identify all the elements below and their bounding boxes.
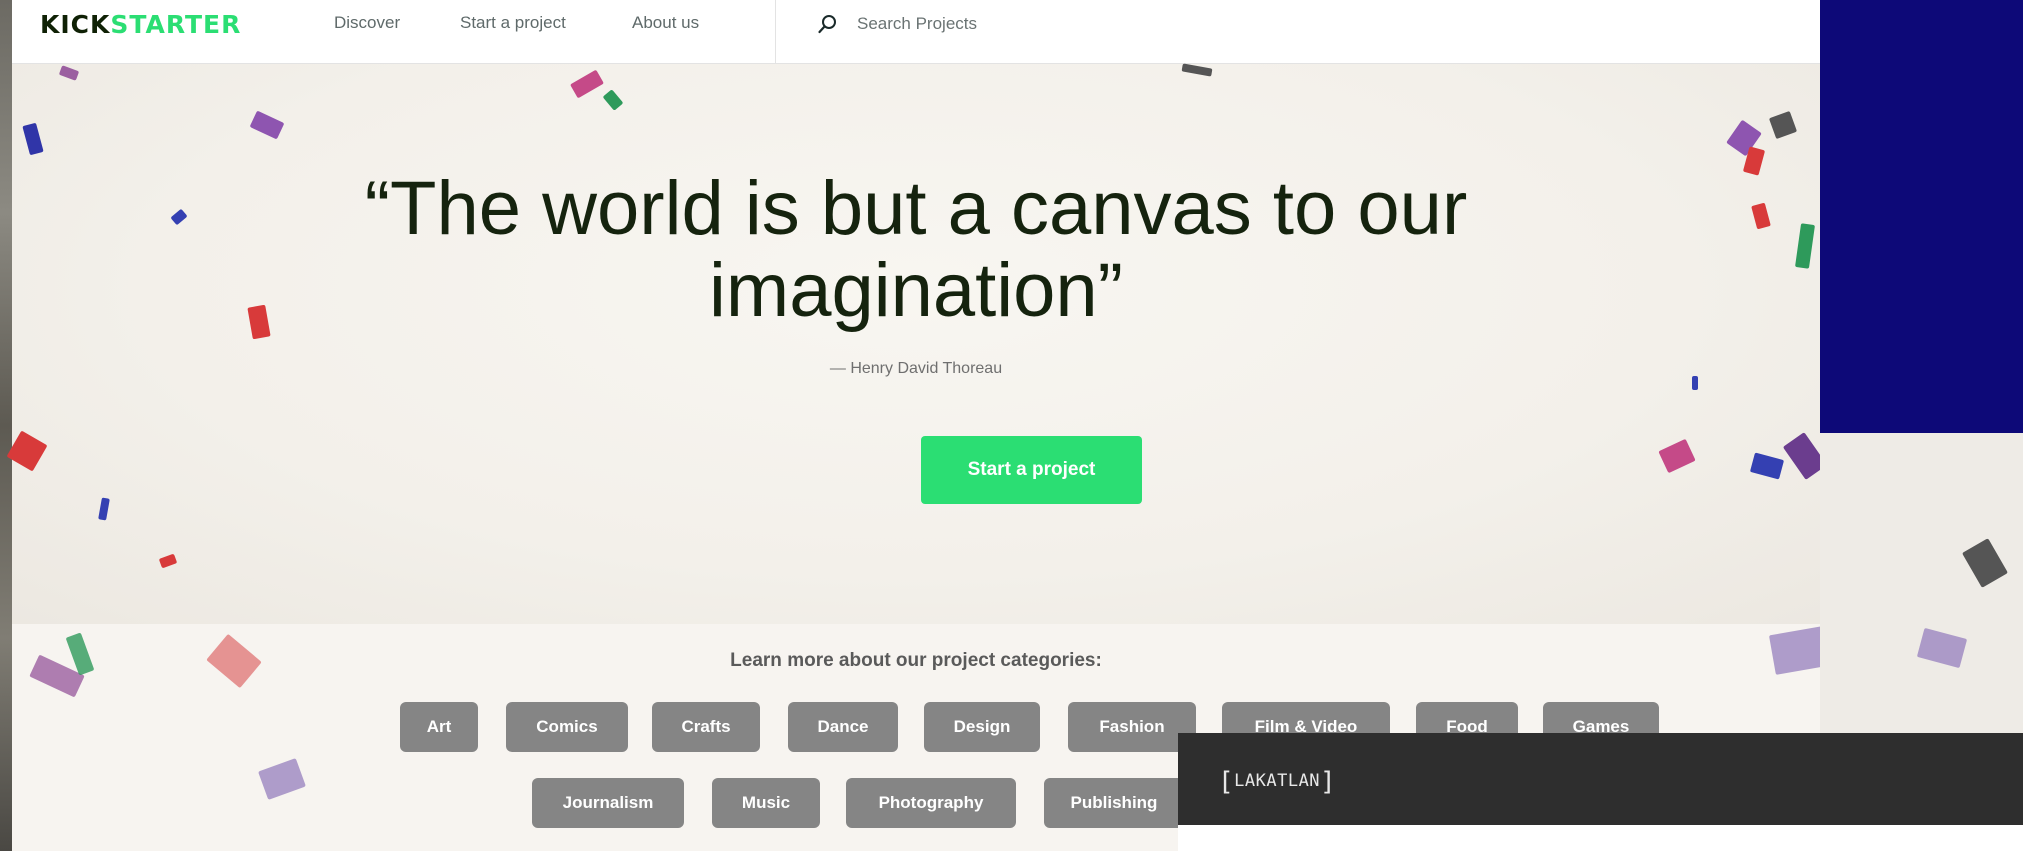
confetti-decoration [158, 553, 178, 569]
search-icon [818, 15, 836, 34]
nav-about-us[interactable]: About us [632, 13, 699, 33]
kickstarter-logo[interactable]: KICKSTARTER [40, 10, 241, 39]
lakatlan-bar: [LAKATLAN] [1178, 733, 2023, 825]
quote-line-2: imagination” [709, 248, 1123, 333]
confetti-decoration [1749, 452, 1785, 480]
category-fashion[interactable]: Fashion [1068, 702, 1196, 752]
bracket-open-icon: [ [1218, 767, 1235, 797]
category-dance[interactable]: Dance [788, 702, 898, 752]
confetti-decoration [258, 758, 306, 800]
confetti-decoration [570, 69, 604, 99]
search-input[interactable]: Search Projects [857, 14, 977, 34]
quote-line-1: “The world is but a canvas to our [364, 166, 1468, 251]
left-photo-strip [0, 0, 12, 851]
logo-kick: KICK [40, 10, 111, 39]
category-music[interactable]: Music [712, 778, 820, 828]
hero-quote: “The world is but a canvas to our imagin… [12, 168, 1820, 332]
lakatlan-text: LAKATLAN [1234, 771, 1321, 791]
confetti-decoration [1658, 438, 1696, 474]
confetti-decoration [6, 430, 48, 472]
category-art[interactable]: Art [400, 702, 478, 752]
blue-overlay-panel [1820, 0, 2023, 433]
categories-heading: Learn more about our project categories: [730, 650, 1102, 671]
confetti-decoration [22, 122, 44, 156]
search-box[interactable]: Search Projects [817, 10, 977, 38]
nav-divider [775, 0, 776, 64]
bracket-close-icon: ] [1320, 767, 1337, 797]
lakatlan-label: [LAKATLAN] [1218, 767, 1336, 797]
site-header: KICKSTARTER Discover Start a project Abo… [12, 0, 1820, 64]
confetti-decoration [58, 65, 80, 81]
category-journalism[interactable]: Journalism [532, 778, 684, 828]
nav-discover[interactable]: Discover [334, 13, 400, 33]
category-crafts[interactable]: Crafts [652, 702, 760, 752]
confetti-decoration [1692, 376, 1698, 390]
confetti-decoration [602, 89, 624, 111]
category-publishing[interactable]: Publishing [1044, 778, 1184, 828]
confetti-decoration [1768, 110, 1798, 140]
confetti-decoration [1962, 538, 2008, 588]
confetti-decoration [1916, 627, 1968, 669]
confetti-decoration [1181, 63, 1213, 77]
confetti-decoration [249, 110, 285, 140]
hero-section: “The world is but a canvas to our imagin… [6, 63, 1828, 624]
logo-starter: STARTER [110, 10, 242, 39]
category-photography[interactable]: Photography [846, 778, 1016, 828]
confetti-decoration [98, 497, 110, 521]
nav-start-project[interactable]: Start a project [460, 13, 566, 33]
category-design[interactable]: Design [924, 702, 1040, 752]
quote-attribution: — Henry David Thoreau [829, 360, 1003, 377]
start-project-button[interactable]: Start a project [921, 436, 1142, 504]
page: KICKSTARTER Discover Start a project Abo… [0, 0, 2023, 851]
category-comics[interactable]: Comics [506, 702, 628, 752]
bottom-white-strip [1178, 825, 2023, 851]
